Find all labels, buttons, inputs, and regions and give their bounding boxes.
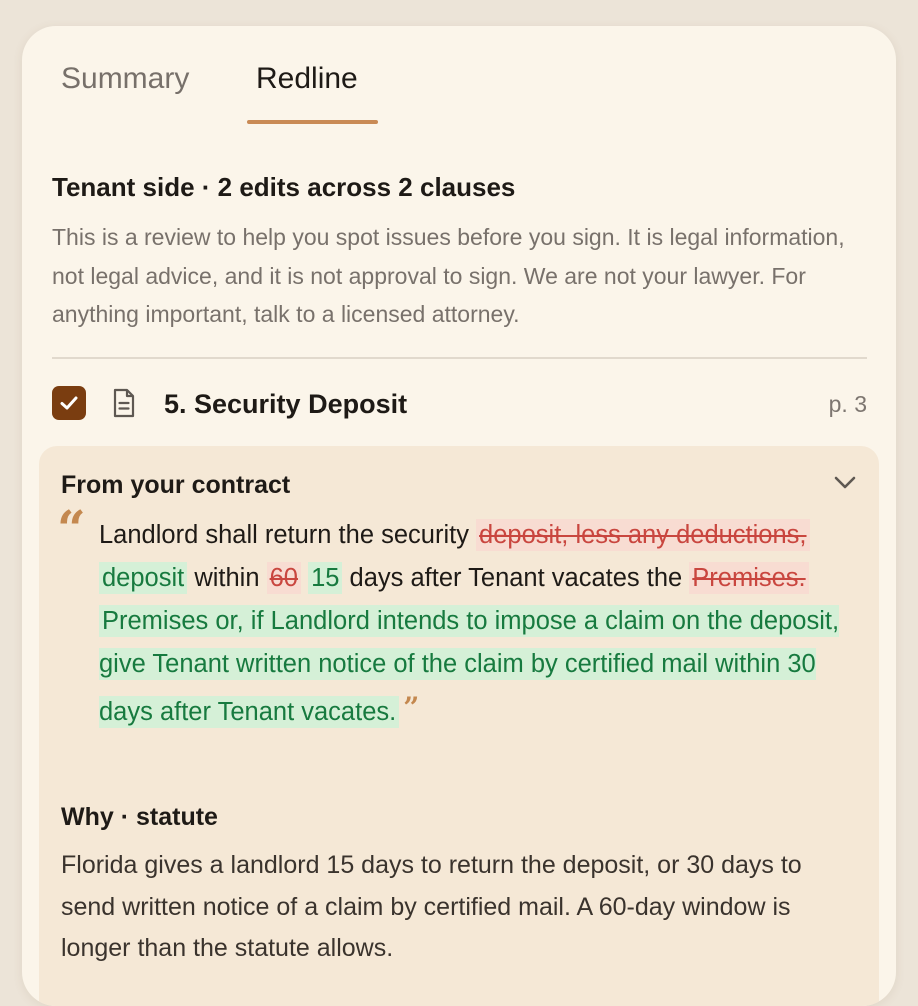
why-heading: Why · statute	[61, 803, 218, 831]
tab-summary[interactable]: Summary	[61, 60, 189, 98]
why-explanation: Florida gives a landlord 15 days to retu…	[61, 851, 802, 962]
quote-text: within	[187, 564, 267, 592]
inserted-text: Premises or, if Landlord intends to impo…	[99, 605, 840, 728]
legal-disclaimer: This is a review to help you spot issues…	[52, 224, 845, 327]
contract-excerpt-panel: From your contract “ Landlord shall retu…	[39, 446, 879, 1006]
active-tab-indicator	[247, 120, 378, 124]
tab-bar: Summary Redline	[22, 26, 896, 126]
check-icon	[60, 396, 78, 410]
inserted-text: 15	[308, 562, 343, 594]
tab-redline[interactable]: Redline	[256, 60, 358, 98]
panel-header: From your contract	[61, 471, 291, 499]
quote-mark-icon: “	[57, 499, 86, 558]
deleted-text: deposit, less any deductions,	[476, 519, 810, 551]
review-heading: Tenant side · 2 edits across 2 clauses	[52, 172, 516, 202]
redlined-clause-text: Landlord shall return the security depos…	[99, 514, 869, 734]
review-card: Summary Redline Tenant side · 2 edits ac…	[22, 26, 896, 1006]
quote-text: Landlord shall return the security	[99, 521, 477, 549]
divider	[52, 357, 867, 359]
document-icon	[113, 388, 135, 418]
clause-row[interactable]: 5. Security Deposit p. 3	[52, 382, 867, 428]
clause-checkbox[interactable]	[52, 386, 86, 420]
quote-close-icon: ”	[403, 691, 420, 724]
deleted-text: Premises.	[689, 562, 809, 594]
quote-text: days after Tenant vacates the	[342, 564, 690, 592]
deleted-text: 60	[266, 562, 301, 594]
clause-title: 5. Security Deposit	[164, 389, 408, 419]
chevron-down-icon[interactable]	[834, 476, 856, 490]
inserted-text: deposit	[99, 562, 188, 594]
page-reference: p. 3	[828, 391, 867, 417]
